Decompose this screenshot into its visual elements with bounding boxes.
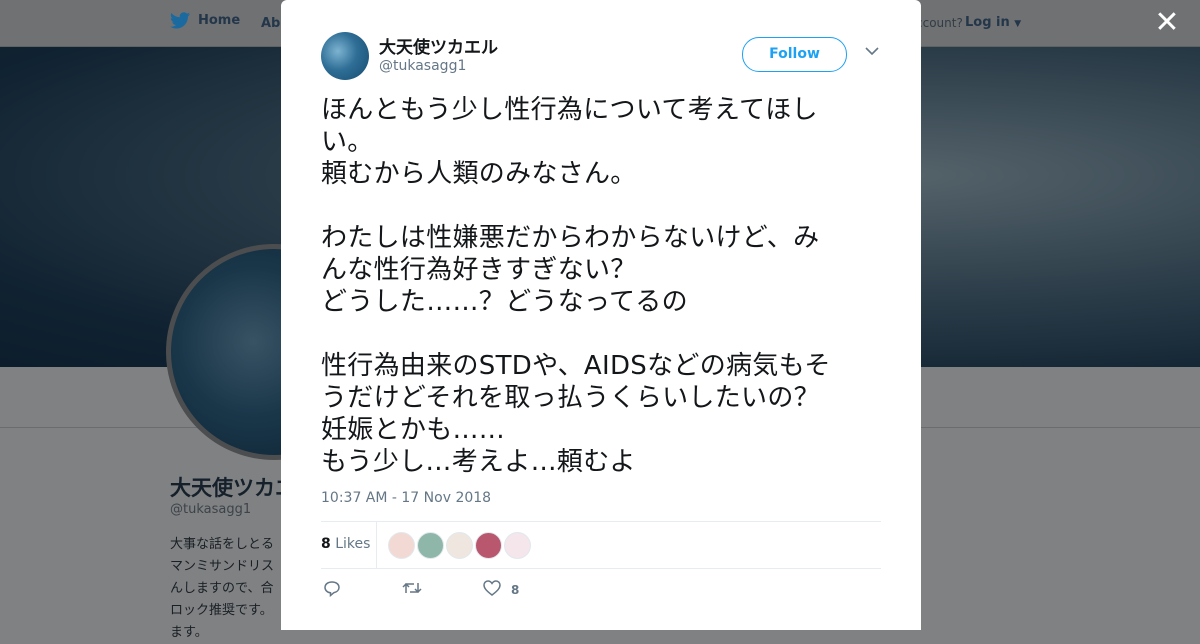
close-icon[interactable]: ✕ [1154,8,1180,38]
likes-label: Likes [335,536,371,552]
divider [321,568,881,569]
retweet-icon[interactable] [402,580,422,600]
liker-avatar[interactable] [475,532,502,559]
chevron-down-icon[interactable] [865,44,879,60]
author-name[interactable]: 大天使ツカエル [379,33,498,58]
chevron-down-icon: ▼ [1014,19,1022,29]
login-label: Log in [965,15,1010,30]
profile-handle: @tukasagg1 [170,502,252,517]
liker-avatar[interactable] [388,532,415,559]
likes-number: 8 [321,536,331,552]
nav-home-link[interactable]: Home [170,12,240,29]
nav-home-label: Home [198,13,241,28]
have-account-text: ccount? [916,16,963,30]
heart-icon[interactable] [483,580,501,600]
divider [376,522,377,568]
author-handle[interactable]: @tukasagg1 [379,58,466,74]
liker-avatar[interactable] [417,532,444,559]
profile-name: 大天使ツカエ [170,476,296,500]
author-avatar[interactable] [321,32,369,80]
follow-button[interactable]: Follow [742,37,847,72]
liker-avatar[interactable] [446,532,473,559]
liker-avatar[interactable] [504,532,531,559]
like-count: 8 [511,583,520,597]
tweet-modal: 大天使ツカエル @tukasagg1 Follow ほんともう少し性行為について… [281,0,921,630]
twitter-bird-icon [170,12,190,29]
reply-icon[interactable] [323,580,341,601]
login-link[interactable]: Log in ▼ [965,15,1021,30]
likes-count[interactable]: 8 Likes [321,536,370,552]
divider [321,521,881,522]
tweet-text: ほんともう少し性行為について考えてほし い。 頼むから人類のみなさん。 わたしは… [321,95,831,477]
tweet-timestamp[interactable]: 10:37 AM - 17 Nov 2018 [321,490,491,506]
